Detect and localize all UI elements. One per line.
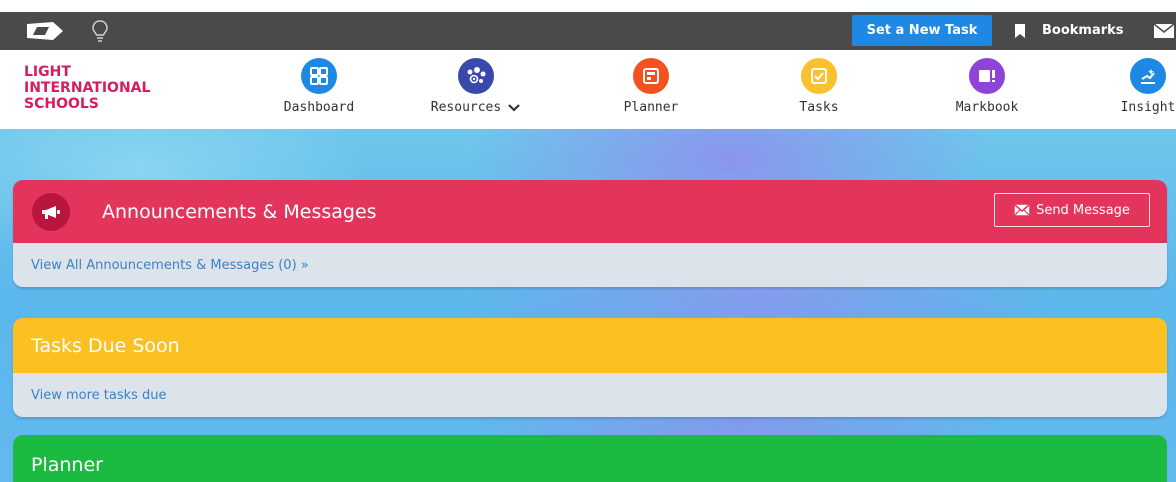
tasks-due-title: Tasks Due Soon	[31, 334, 180, 357]
announcements-card: Announcements & Messages Send Message Vi…	[13, 180, 1167, 287]
announcements-footer: View All Announcements & Messages (0) »	[13, 243, 1167, 287]
nav-item-insight[interactable]: Insight	[1088, 58, 1176, 124]
resources-label-text: Resources	[430, 100, 502, 115]
grid-icon	[301, 58, 337, 94]
planner-card: Planner	[13, 435, 1167, 482]
chevron-down-icon	[508, 103, 520, 112]
view-all-announcements-link[interactable]: View All Announcements & Messages (0) »	[31, 258, 309, 273]
nav-item-markbook[interactable]: Markbook	[927, 58, 1047, 124]
school-name-line: INTERNATIONAL	[24, 80, 151, 96]
lightbulb-icon[interactable]	[90, 19, 110, 43]
send-message-label: Send Message	[1036, 202, 1130, 218]
planner-header: Planner	[13, 435, 1167, 482]
tasks-due-header: Tasks Due Soon	[13, 318, 1167, 373]
nav-item-dashboard[interactable]: Dashboard	[259, 58, 379, 124]
nav-label-tasks: Tasks	[799, 100, 839, 115]
bookmarks-button[interactable]: Bookmarks	[1014, 15, 1124, 46]
nav-label-resources: Resources	[431, 100, 521, 115]
envelope-icon	[1014, 204, 1030, 216]
nav-label-insight: Insight	[1120, 100, 1176, 115]
view-more-tasks-link[interactable]: View more tasks due	[31, 388, 167, 403]
nav-item-resources[interactable]: Resources	[416, 58, 536, 124]
set-new-task-button[interactable]: Set a New Task	[852, 15, 992, 46]
nav-label-markbook: Markbook	[955, 100, 1019, 115]
school-name-line: LIGHT	[24, 64, 71, 80]
megaphone-icon	[32, 192, 70, 231]
school-name-line: SCHOOLS	[24, 96, 99, 112]
school-logo-text[interactable]: LIGHT INTERNATIONAL SCHOOLS	[24, 64, 204, 112]
planner-icon	[633, 58, 669, 94]
top-margin	[0, 0, 1176, 12]
resources-icon	[458, 58, 494, 94]
nav-item-planner[interactable]: Planner	[591, 58, 711, 124]
bookmark-icon	[1015, 23, 1025, 38]
announcements-title: Announcements & Messages	[102, 200, 377, 223]
top-bar: Set a New Task Bookmarks	[0, 12, 1176, 50]
tasks-due-card: Tasks Due Soon View more tasks due	[13, 318, 1167, 417]
check-icon	[801, 58, 837, 94]
app-logo-icon[interactable]	[25, 20, 65, 42]
nav-label-planner: Planner	[623, 100, 679, 115]
tasks-due-footer: View more tasks due	[13, 373, 1167, 417]
bookmarks-label: Bookmarks	[1042, 23, 1124, 38]
nav-item-tasks[interactable]: Tasks	[759, 58, 879, 124]
announcements-header: Announcements & Messages Send Message	[13, 180, 1167, 243]
mail-icon[interactable]	[1154, 23, 1174, 39]
nav-label-dashboard: Dashboard	[283, 100, 355, 115]
planner-title: Planner	[31, 454, 103, 476]
markbook-icon	[969, 58, 1005, 94]
send-message-button[interactable]: Send Message	[994, 193, 1150, 227]
insight-icon	[1130, 58, 1166, 94]
